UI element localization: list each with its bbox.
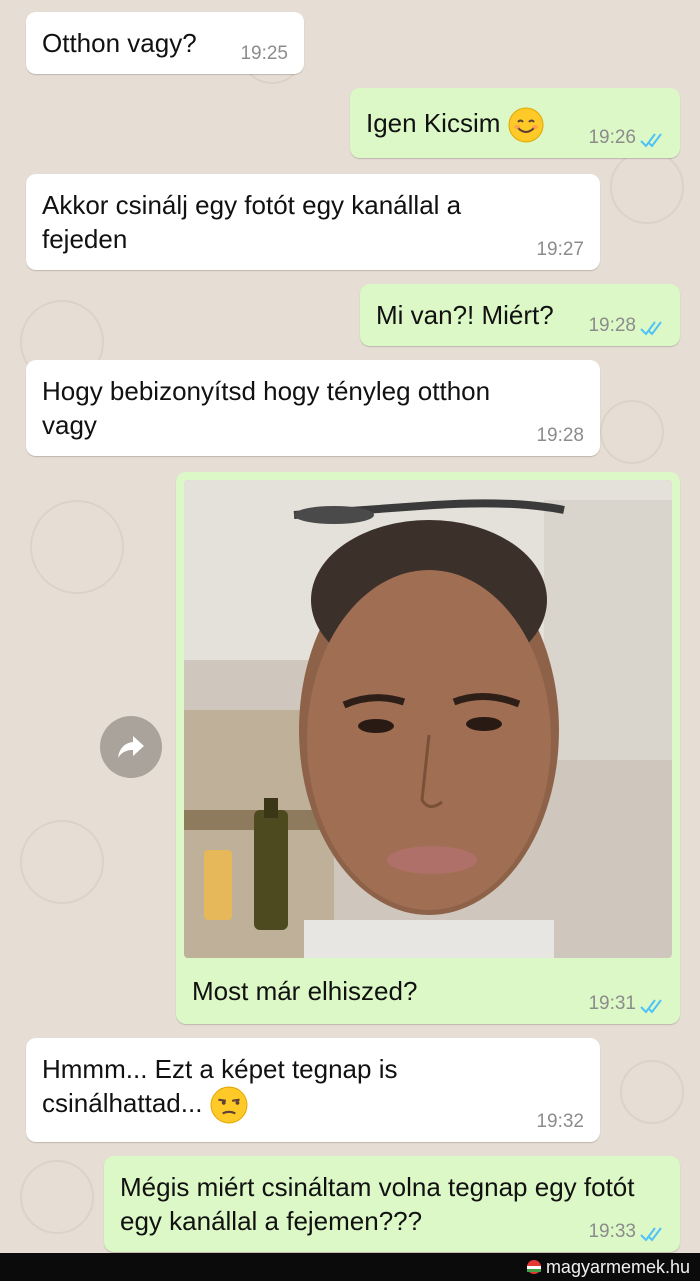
forward-button[interactable] bbox=[100, 716, 162, 778]
message-text: Mégis miért csináltam volna tegnap egy f… bbox=[120, 1172, 635, 1236]
message-incoming[interactable]: Otthon vagy? 19:25 bbox=[26, 12, 304, 74]
watermark: magyarmemek.hu bbox=[526, 1256, 690, 1278]
message-time: 19:28 bbox=[588, 315, 636, 336]
message-outgoing[interactable]: Mi van?! Miért? 19:28 bbox=[360, 284, 680, 346]
message-outgoing[interactable]: Mégis miért csináltam volna tegnap egy f… bbox=[104, 1156, 680, 1252]
message-time: 19:28 bbox=[536, 425, 584, 446]
brand-logo-icon bbox=[526, 1260, 541, 1274]
watermark-bar: magyarmemek.hu bbox=[0, 1253, 700, 1281]
message-time: 19:27 bbox=[536, 239, 584, 260]
selfie-photo[interactable] bbox=[184, 480, 672, 958]
unamused-face-emoji bbox=[210, 1086, 248, 1124]
photo-caption: Most már elhiszed? bbox=[192, 976, 418, 1006]
message-time: 19:32 bbox=[536, 1111, 584, 1132]
message-text: Igen Kicsim bbox=[366, 108, 501, 138]
message-time: 19:31 bbox=[588, 993, 636, 1014]
message-incoming[interactable]: Akkor csinálj egy fotót egy kanállal a f… bbox=[26, 174, 600, 270]
forward-arrow-icon bbox=[118, 736, 144, 758]
message-time: 19:26 bbox=[588, 127, 636, 148]
read-receipt-icon bbox=[640, 321, 662, 336]
read-receipt-icon bbox=[640, 1227, 662, 1242]
message-text: Hogy bebizonyítsd hogy tényleg otthon va… bbox=[42, 376, 491, 440]
message-outgoing[interactable]: Igen Kicsim 19:26 bbox=[350, 88, 680, 158]
message-incoming[interactable]: Hogy bebizonyítsd hogy tényleg otthon va… bbox=[26, 360, 600, 456]
message-incoming[interactable]: Hmmm... Ezt a képet tegnap is csinálhatt… bbox=[26, 1038, 600, 1142]
message-time: 19:33 bbox=[588, 1221, 636, 1242]
message-outgoing-photo[interactable]: Most már elhiszed? 19:31 bbox=[176, 472, 680, 1024]
read-receipt-icon bbox=[640, 999, 662, 1014]
message-time: 19:25 bbox=[240, 43, 288, 64]
read-receipt-icon bbox=[640, 133, 662, 148]
message-text: Akkor csinálj egy fotót egy kanállal a f… bbox=[42, 190, 462, 254]
smiling-face-emoji bbox=[508, 107, 544, 143]
watermark-text: magyarmemek.hu bbox=[545, 1257, 690, 1277]
